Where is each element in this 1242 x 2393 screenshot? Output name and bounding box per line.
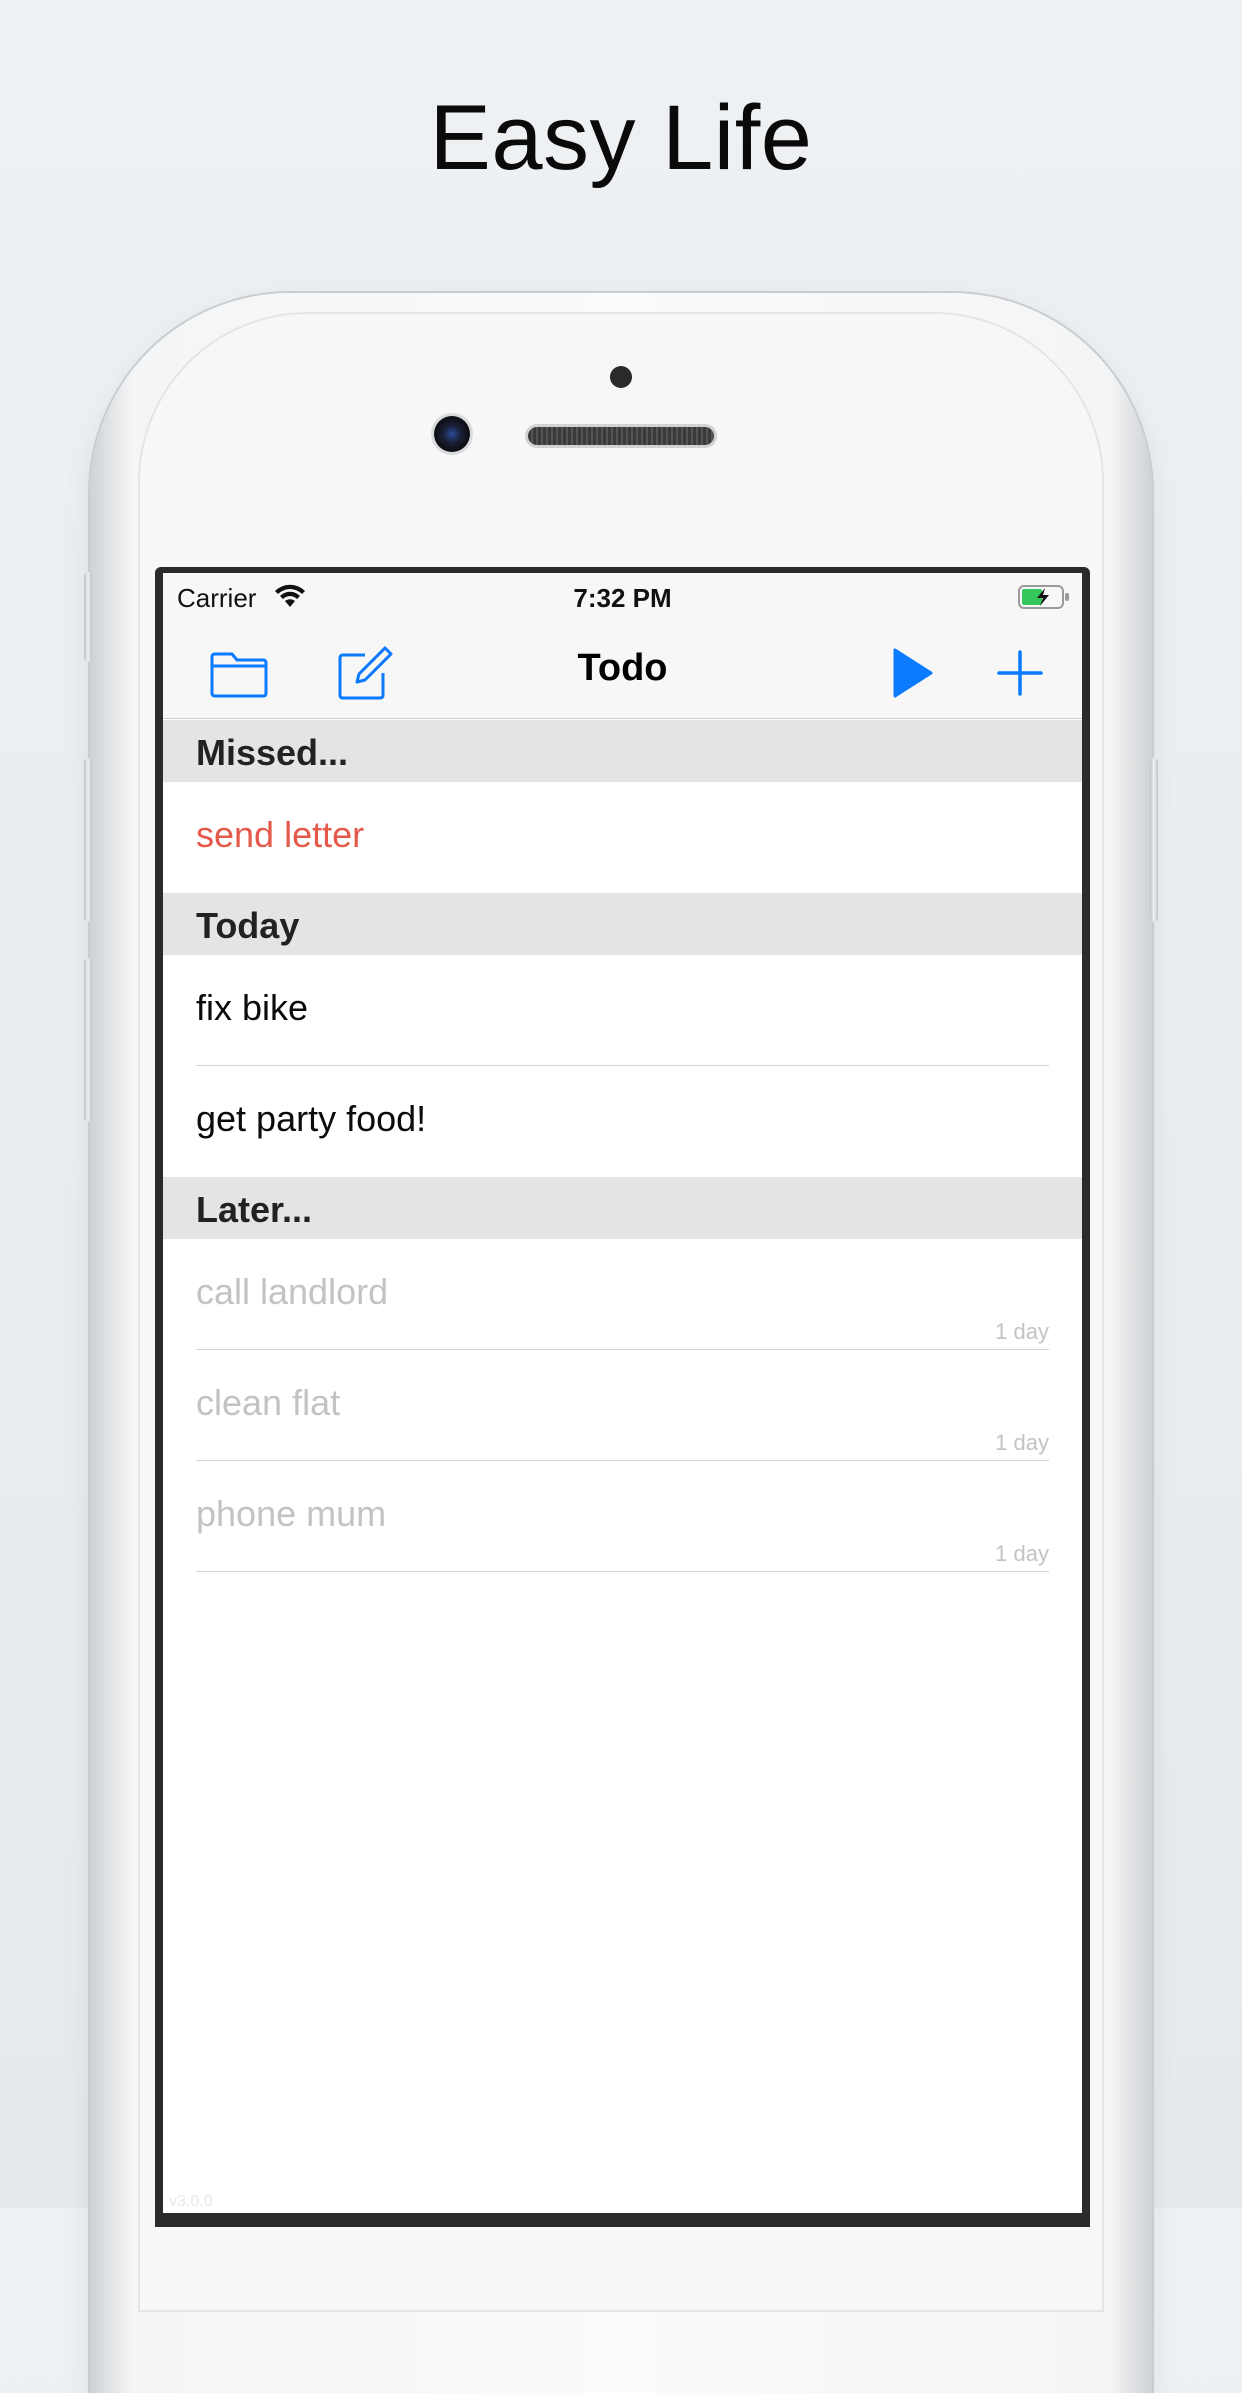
due-label: 1 day: [995, 1541, 1049, 1566]
section-header-later: Later...: [163, 1177, 1082, 1239]
list-item[interactable]: clean flat 1 day: [163, 1350, 1082, 1461]
section-header-today: Today: [163, 893, 1082, 955]
list-item[interactable]: phone mum 1 day: [163, 1461, 1082, 1572]
section-title: Today: [196, 905, 300, 946]
list-item[interactable]: fix bike: [163, 955, 1082, 1066]
todo-text: get party food!: [196, 1098, 427, 1139]
list-item[interactable]: get party food!: [163, 1066, 1082, 1177]
earpiece-speaker: [528, 427, 714, 445]
section-title: Later...: [196, 1189, 313, 1230]
volume-up-button: [84, 758, 92, 922]
due-label: 1 day: [995, 1430, 1049, 1455]
version-label: v3.0.0: [169, 2193, 213, 2210]
mute-switch: [84, 572, 92, 662]
todo-text: call landlord: [196, 1271, 389, 1312]
play-button[interactable]: [881, 645, 941, 701]
play-icon: [893, 648, 933, 698]
battery-charging-icon: [1018, 585, 1069, 609]
power-button: [1150, 758, 1158, 922]
todo-text: send letter: [196, 814, 365, 855]
list-item[interactable]: call landlord 1 day: [163, 1239, 1082, 1350]
headline: Easy Life: [429, 87, 813, 189]
front-camera: [434, 416, 470, 452]
todo-text: fix bike: [196, 987, 309, 1028]
screen: Carrier 7:32 PM Todo Missed... send lett…: [163, 573, 1082, 2213]
row-separator: [196, 1571, 1049, 1572]
proximity-sensor: [610, 366, 632, 388]
volume-down-button: [84, 958, 92, 1122]
todo-text: phone mum: [196, 1493, 387, 1534]
section-header-missed: Missed...: [163, 720, 1082, 782]
plus-icon: [997, 650, 1043, 696]
add-button[interactable]: [990, 645, 1050, 701]
list-item[interactable]: send letter: [163, 782, 1082, 893]
section-title: Missed...: [196, 732, 349, 773]
due-label: 1 day: [995, 1319, 1049, 1344]
status-bar: Carrier 7:32 PM: [163, 573, 1082, 623]
nav-title: Todo: [577, 647, 668, 689]
todo-text: clean flat: [196, 1382, 341, 1423]
navigation-bar: Todo: [163, 623, 1082, 719]
status-time: 7:32 PM: [573, 583, 672, 613]
